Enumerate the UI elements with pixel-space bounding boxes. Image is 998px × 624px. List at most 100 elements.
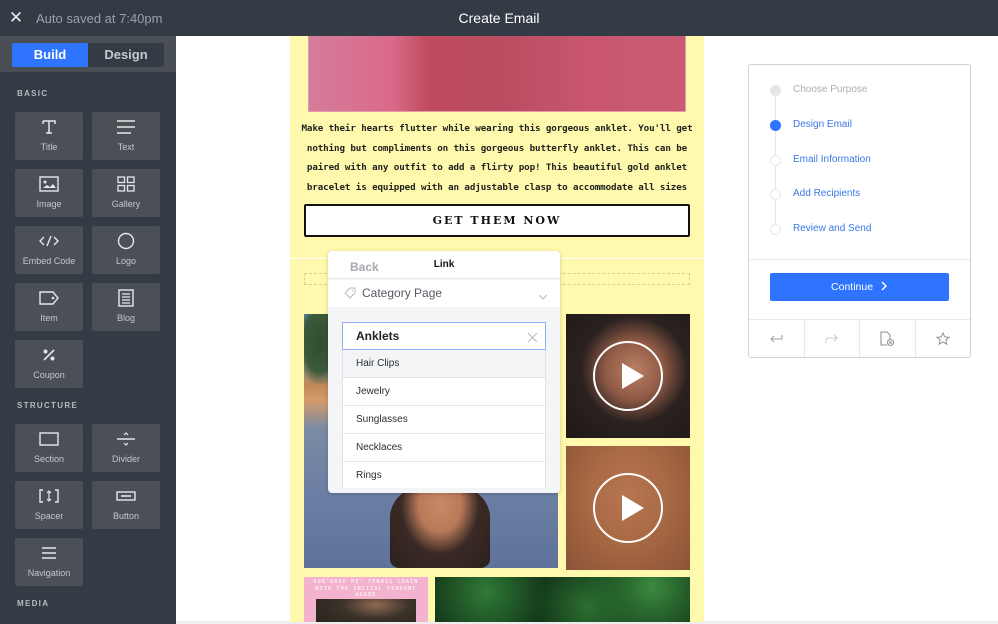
block-text[interactable]: Text — [92, 112, 160, 160]
clear-icon[interactable] — [527, 330, 538, 348]
link-type-select[interactable]: Category Page — [328, 280, 560, 307]
step-label: Review and Send — [793, 223, 872, 234]
button-icon — [92, 487, 160, 505]
step-choose-purpose[interactable]: Choose Purpose — [749, 81, 970, 101]
editor-tools — [749, 319, 970, 357]
blog-icon — [92, 289, 160, 307]
promo-text: OUR'DROP ME' TENNIS CHAIN WITH THE INITI… — [313, 579, 419, 598]
link-popover: Back Link Category Page Anklets Hair Cli… — [328, 251, 560, 493]
step-todo-icon — [770, 189, 781, 200]
block-label: Image — [36, 199, 62, 209]
block-divider[interactable]: Divider — [92, 424, 160, 472]
option-necklaces[interactable]: Necklaces — [343, 434, 545, 462]
step-review-and-send[interactable]: Review and Send — [749, 220, 970, 240]
popover-title: Link — [433, 259, 455, 270]
promo-image[interactable]: OUR'DROP ME' TENNIS CHAIN WITH THE INITI… — [304, 577, 428, 622]
step-email-information[interactable]: Email Information — [749, 151, 970, 171]
code-icon — [15, 232, 83, 250]
section-icon — [15, 430, 83, 448]
page-title: Create Email — [458, 10, 540, 26]
redo-button[interactable] — [805, 320, 860, 357]
gallery-video-1[interactable] — [566, 314, 690, 438]
block-label: Navigation — [27, 568, 71, 578]
discard-draft-button[interactable] — [860, 320, 916, 357]
gallery-grid-icon — [92, 175, 160, 193]
top-bar: ✕ Auto saved at 7:40pm Create Email — [0, 0, 998, 36]
block-label: Item — [40, 313, 58, 323]
popover-header: Back Link — [328, 251, 560, 279]
block-title[interactable]: Title — [15, 112, 83, 160]
option-hair-clips[interactable]: Hair Clips — [343, 350, 545, 378]
foliage-image[interactable] — [435, 577, 690, 622]
redo-icon — [825, 334, 838, 343]
link-type-value: Category Page — [362, 286, 443, 300]
block-button[interactable]: Button — [92, 481, 160, 529]
step-design-email[interactable]: Design Email — [749, 116, 970, 136]
block-label: Section — [33, 454, 65, 464]
block-blog[interactable]: Blog — [92, 283, 160, 331]
category-search-input[interactable]: Anklets — [342, 322, 546, 350]
block-spacer[interactable]: Spacer — [15, 481, 83, 529]
product-description[interactable]: Make their hearts flutter while wearing … — [300, 119, 694, 197]
block-label: Button — [112, 511, 140, 521]
block-label: Coupon — [33, 370, 65, 380]
step-label: Add Recipients — [793, 188, 861, 199]
block-embed-code[interactable]: Embed Code — [15, 226, 83, 274]
promo-photo — [316, 599, 416, 622]
continue-button[interactable]: Continue — [770, 273, 949, 301]
section-label-structure: STRUCTURE — [17, 401, 79, 410]
option-rings[interactable]: Rings — [343, 462, 545, 488]
step-done-icon — [770, 85, 781, 96]
step-label: Design Email — [793, 119, 852, 130]
tag-icon — [15, 289, 83, 307]
steps-panel: Choose Purpose Design Email Email Inform… — [748, 64, 971, 358]
category-options-list[interactable]: Hair Clips Jewelry Sunglasses Necklaces … — [342, 350, 546, 488]
block-item[interactable]: Item — [15, 283, 83, 331]
step-todo-icon — [770, 224, 781, 235]
option-sunglasses[interactable]: Sunglasses — [343, 406, 545, 434]
undo-button[interactable] — [749, 320, 805, 357]
section-label-basic: BASIC — [17, 89, 49, 98]
chevron-right-icon — [881, 281, 887, 291]
percent-icon — [15, 346, 83, 364]
tag-icon — [344, 286, 356, 304]
block-section[interactable]: Section — [15, 424, 83, 472]
step-label: Email Information — [793, 154, 871, 165]
block-label: Gallery — [111, 199, 141, 209]
chevron-down-icon — [538, 287, 548, 305]
hero-image[interactable] — [308, 36, 686, 112]
option-jewelry[interactable]: Jewelry — [343, 378, 545, 406]
section-label-media: MEDIA — [17, 599, 50, 608]
block-label: Spacer — [34, 511, 64, 521]
gallery-video-2[interactable] — [566, 446, 690, 570]
block-logo[interactable]: Logo — [92, 226, 160, 274]
block-label: Divider — [111, 454, 140, 464]
step-todo-icon — [770, 155, 781, 166]
tab-design[interactable]: Design — [88, 43, 164, 67]
photo-subject — [390, 484, 490, 568]
favorite-button[interactable] — [916, 320, 971, 357]
menu-icon — [15, 544, 83, 562]
step-label: Choose Purpose — [793, 84, 868, 95]
image-icon — [15, 175, 83, 193]
mode-switch-bar: Build Design — [0, 36, 176, 72]
play-icon[interactable] — [593, 341, 663, 411]
tab-build[interactable]: Build — [12, 43, 88, 67]
block-image[interactable]: Image — [15, 169, 83, 217]
get-them-now-button[interactable]: GET THEM NOW — [304, 204, 690, 237]
step-add-recipients[interactable]: Add Recipients — [749, 185, 970, 205]
block-label: Embed Code — [22, 256, 76, 266]
divider-icon — [92, 430, 160, 448]
builder-sidebar: Build Design BASIC Title Text Image Gall… — [0, 36, 176, 624]
block-label: Logo — [115, 256, 137, 266]
play-icon[interactable] — [593, 473, 663, 543]
circle-icon — [92, 232, 160, 250]
block-navigation[interactable]: Navigation — [15, 538, 83, 586]
block-label: Text — [117, 142, 135, 152]
undo-icon — [770, 334, 783, 342]
spacer-icon — [15, 487, 83, 505]
block-gallery[interactable]: Gallery — [92, 169, 160, 217]
block-coupon[interactable]: Coupon — [15, 340, 83, 388]
block-label: Title — [40, 142, 58, 152]
search-value: Anklets — [356, 329, 400, 343]
